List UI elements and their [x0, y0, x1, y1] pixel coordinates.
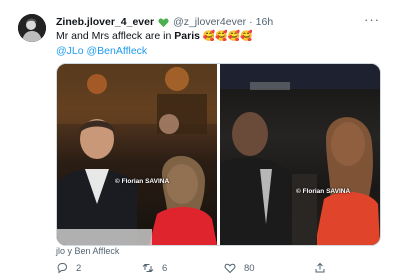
tweet-text: Mr and Mrs affleck are in Paris 🥰🥰🥰🥰: [56, 29, 253, 44]
retweet-icon: [142, 263, 154, 273]
reply-count: 2: [76, 262, 82, 274]
tweet-text-bold: Paris: [174, 30, 200, 42]
tweet-mentions: @JLo @BenAffleck: [56, 44, 147, 58]
media-caption: jlo y Ben Affleck: [56, 246, 120, 256]
share-button[interactable]: [314, 262, 334, 274]
author-avatar[interactable]: [18, 14, 46, 42]
mention-benaffleck[interactable]: @BenAffleck: [87, 45, 148, 57]
separator-dot: ·: [249, 16, 253, 28]
reply-button[interactable]: 2: [56, 262, 81, 274]
share-icon: [315, 262, 325, 273]
retweet-count: 6: [162, 262, 168, 274]
tweet-text-lead: Mr and Mrs affleck are in: [56, 30, 175, 42]
media-photo-1[interactable]: © Florian SAVINA: [57, 64, 217, 245]
author-handle[interactable]: @z_jlover4ever: [173, 16, 246, 28]
like-button[interactable]: 80: [224, 262, 255, 274]
like-count: 80: [244, 262, 255, 274]
watermark-left: © Florian SAVINA: [115, 178, 170, 185]
media-photo-2[interactable]: © Florian SAVINA: [220, 64, 380, 245]
green-heart-icon: [158, 17, 169, 28]
retweet-button[interactable]: 6: [142, 262, 167, 274]
heart-icon: [224, 263, 236, 274]
author-name[interactable]: Zineb.jlover_4_ever: [56, 16, 154, 28]
watermark-right: © Florian SAVINA: [296, 188, 351, 195]
more-options-icon[interactable]: ···: [364, 12, 380, 27]
tweet-timestamp[interactable]: 16h: [256, 16, 274, 28]
mention-jlo[interactable]: @JLo: [56, 45, 84, 57]
smiling-face-hearts-emojis: 🥰🥰🥰🥰: [202, 31, 253, 42]
reply-icon: [57, 263, 68, 274]
tweet-media[interactable]: © Florian SAVINA © Florian SAVINA: [56, 63, 381, 246]
tweet-actions: 2 6 80: [56, 262, 336, 278]
tweet-header: Zineb.jlover_4_ever @z_jlover4ever · 16h: [56, 14, 273, 30]
